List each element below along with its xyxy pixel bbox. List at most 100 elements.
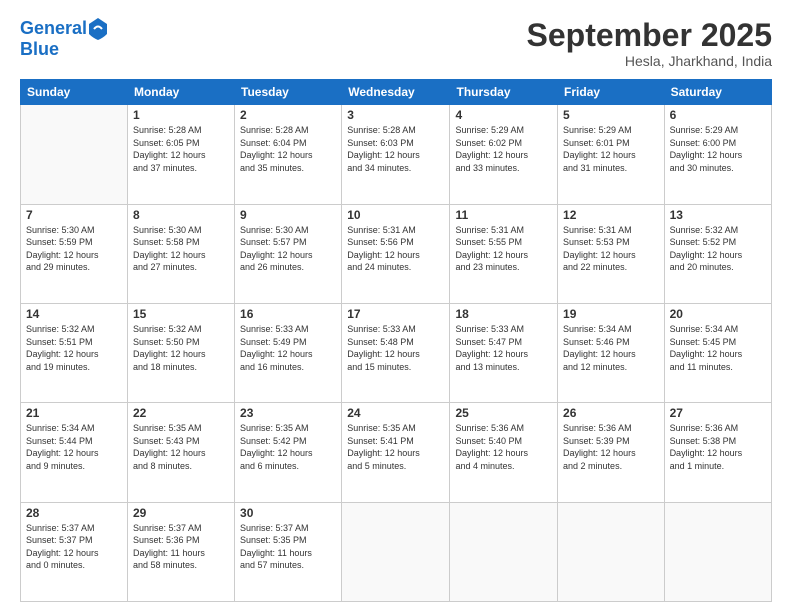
day-number: 4 xyxy=(455,108,552,122)
day-number: 20 xyxy=(670,307,766,321)
day-number: 25 xyxy=(455,406,552,420)
calendar-week-2: 14 Sunrise: 5:32 AM Sunset: 5:51 PM Dayli… xyxy=(21,303,772,402)
page: General Blue September 2025 Hesla, Jhark… xyxy=(0,0,792,612)
calendar-cell: 13 Sunrise: 5:32 AM Sunset: 5:52 PM Dayli… xyxy=(664,204,771,303)
calendar-table: SundayMondayTuesdayWednesdayThursdayFrid… xyxy=(20,79,772,602)
cell-info: Sunrise: 5:32 AM Sunset: 5:50 PM Dayligh… xyxy=(133,323,229,373)
day-number: 30 xyxy=(240,506,336,520)
day-number: 11 xyxy=(455,208,552,222)
cell-info: Sunrise: 5:29 AM Sunset: 6:01 PM Dayligh… xyxy=(563,124,659,174)
day-number: 16 xyxy=(240,307,336,321)
calendar-cell xyxy=(21,105,128,204)
calendar-cell: 25 Sunrise: 5:36 AM Sunset: 5:40 PM Dayli… xyxy=(450,403,558,502)
logo-icon xyxy=(89,18,107,40)
calendar-week-3: 21 Sunrise: 5:34 AM Sunset: 5:44 PM Dayli… xyxy=(21,403,772,502)
cell-info: Sunrise: 5:29 AM Sunset: 6:00 PM Dayligh… xyxy=(670,124,766,174)
calendar-cell: 23 Sunrise: 5:35 AM Sunset: 5:42 PM Dayli… xyxy=(235,403,342,502)
day-number: 15 xyxy=(133,307,229,321)
calendar-cell: 18Sunrise: 5:33 AM Sunset: 5:47 PM Dayli… xyxy=(450,303,558,402)
day-number: 18 xyxy=(455,307,552,321)
title-block: September 2025 Hesla, Jharkhand, India xyxy=(527,18,772,69)
calendar-cell: 30 Sunrise: 5:37 AM Sunset: 5:35 PM Dayli… xyxy=(235,502,342,601)
cell-info: Sunrise: 5:33 AM Sunset: 5:48 PM Dayligh… xyxy=(347,323,444,373)
calendar-cell xyxy=(664,502,771,601)
cell-info: Sunrise: 5:30 AM Sunset: 5:59 PM Dayligh… xyxy=(26,224,122,274)
calendar-cell: 21 Sunrise: 5:34 AM Sunset: 5:44 PM Dayli… xyxy=(21,403,128,502)
cell-info: Sunrise: 5:37 AM Sunset: 5:35 PM Dayligh… xyxy=(240,522,336,572)
cell-info: Sunrise: 5:36 AM Sunset: 5:40 PM Dayligh… xyxy=(455,422,552,472)
cell-info: Sunrise: 5:29 AM Sunset: 6:02 PM Dayligh… xyxy=(455,124,552,174)
day-number: 19 xyxy=(563,307,659,321)
cell-info: Sunrise: 5:37 AM Sunset: 5:36 PM Dayligh… xyxy=(133,522,229,572)
day-number: 23 xyxy=(240,406,336,420)
calendar-cell: 24 Sunrise: 5:35 AM Sunset: 5:41 PM Dayli… xyxy=(342,403,450,502)
day-number: 6 xyxy=(670,108,766,122)
calendar-cell xyxy=(342,502,450,601)
calendar-cell: 26Sunrise: 5:36 AM Sunset: 5:39 PM Dayli… xyxy=(558,403,665,502)
calendar-cell: 8Sunrise: 5:30 AM Sunset: 5:58 PM Daylig… xyxy=(127,204,234,303)
logo: General Blue xyxy=(20,18,107,60)
weekday-friday: Friday xyxy=(558,80,665,105)
cell-info: Sunrise: 5:34 AM Sunset: 5:46 PM Dayligh… xyxy=(563,323,659,373)
header: General Blue September 2025 Hesla, Jhark… xyxy=(20,18,772,69)
cell-info: Sunrise: 5:35 AM Sunset: 5:43 PM Dayligh… xyxy=(133,422,229,472)
cell-info: Sunrise: 5:30 AM Sunset: 5:57 PM Dayligh… xyxy=(240,224,336,274)
calendar-week-1: 7 Sunrise: 5:30 AM Sunset: 5:59 PM Daylig… xyxy=(21,204,772,303)
calendar-cell: 10 Sunrise: 5:31 AM Sunset: 5:56 PM Dayli… xyxy=(342,204,450,303)
calendar-cell: 7 Sunrise: 5:30 AM Sunset: 5:59 PM Daylig… xyxy=(21,204,128,303)
day-number: 2 xyxy=(240,108,336,122)
cell-info: Sunrise: 5:34 AM Sunset: 5:44 PM Dayligh… xyxy=(26,422,122,472)
calendar-cell: 19 Sunrise: 5:34 AM Sunset: 5:46 PM Dayli… xyxy=(558,303,665,402)
logo-subtext: Blue xyxy=(20,40,107,60)
calendar-cell: 2 Sunrise: 5:28 AM Sunset: 6:04 PM Daylig… xyxy=(235,105,342,204)
weekday-monday: Monday xyxy=(127,80,234,105)
weekday-header-row: SundayMondayTuesdayWednesdayThursdayFrid… xyxy=(21,80,772,105)
calendar-cell: 16Sunrise: 5:33 AM Sunset: 5:49 PM Dayli… xyxy=(235,303,342,402)
day-number: 17 xyxy=(347,307,444,321)
weekday-wednesday: Wednesday xyxy=(342,80,450,105)
weekday-tuesday: Tuesday xyxy=(235,80,342,105)
cell-info: Sunrise: 5:34 AM Sunset: 5:45 PM Dayligh… xyxy=(670,323,766,373)
cell-info: Sunrise: 5:30 AM Sunset: 5:58 PM Dayligh… xyxy=(133,224,229,274)
calendar-cell: 15 Sunrise: 5:32 AM Sunset: 5:50 PM Dayli… xyxy=(127,303,234,402)
location: Hesla, Jharkhand, India xyxy=(527,53,772,69)
weekday-thursday: Thursday xyxy=(450,80,558,105)
cell-info: Sunrise: 5:31 AM Sunset: 5:53 PM Dayligh… xyxy=(563,224,659,274)
day-number: 3 xyxy=(347,108,444,122)
calendar-week-0: 1Sunrise: 5:28 AM Sunset: 6:05 PM Daylig… xyxy=(21,105,772,204)
calendar-cell: 4 Sunrise: 5:29 AM Sunset: 6:02 PM Daylig… xyxy=(450,105,558,204)
weekday-sunday: Sunday xyxy=(21,80,128,105)
cell-info: Sunrise: 5:28 AM Sunset: 6:05 PM Dayligh… xyxy=(133,124,229,174)
calendar-cell: 17 Sunrise: 5:33 AM Sunset: 5:48 PM Dayli… xyxy=(342,303,450,402)
calendar-cell: 9Sunrise: 5:30 AM Sunset: 5:57 PM Daylig… xyxy=(235,204,342,303)
cell-info: Sunrise: 5:37 AM Sunset: 5:37 PM Dayligh… xyxy=(26,522,122,572)
cell-info: Sunrise: 5:32 AM Sunset: 5:51 PM Dayligh… xyxy=(26,323,122,373)
calendar-cell: 20 Sunrise: 5:34 AM Sunset: 5:45 PM Dayli… xyxy=(664,303,771,402)
day-number: 29 xyxy=(133,506,229,520)
cell-info: Sunrise: 5:35 AM Sunset: 5:41 PM Dayligh… xyxy=(347,422,444,472)
day-number: 14 xyxy=(26,307,122,321)
day-number: 27 xyxy=(670,406,766,420)
day-number: 10 xyxy=(347,208,444,222)
weekday-saturday: Saturday xyxy=(664,80,771,105)
cell-info: Sunrise: 5:31 AM Sunset: 5:55 PM Dayligh… xyxy=(455,224,552,274)
calendar-cell: 6 Sunrise: 5:29 AM Sunset: 6:00 PM Daylig… xyxy=(664,105,771,204)
day-number: 13 xyxy=(670,208,766,222)
calendar-cell: 14 Sunrise: 5:32 AM Sunset: 5:51 PM Dayli… xyxy=(21,303,128,402)
day-number: 21 xyxy=(26,406,122,420)
cell-info: Sunrise: 5:28 AM Sunset: 6:03 PM Dayligh… xyxy=(347,124,444,174)
calendar-cell: 12Sunrise: 5:31 AM Sunset: 5:53 PM Dayli… xyxy=(558,204,665,303)
calendar-cell xyxy=(450,502,558,601)
cell-info: Sunrise: 5:36 AM Sunset: 5:39 PM Dayligh… xyxy=(563,422,659,472)
cell-info: Sunrise: 5:35 AM Sunset: 5:42 PM Dayligh… xyxy=(240,422,336,472)
calendar-cell: 27 Sunrise: 5:36 AM Sunset: 5:38 PM Dayli… xyxy=(664,403,771,502)
cell-info: Sunrise: 5:31 AM Sunset: 5:56 PM Dayligh… xyxy=(347,224,444,274)
day-number: 24 xyxy=(347,406,444,420)
day-number: 5 xyxy=(563,108,659,122)
cell-info: Sunrise: 5:36 AM Sunset: 5:38 PM Dayligh… xyxy=(670,422,766,472)
day-number: 7 xyxy=(26,208,122,222)
day-number: 22 xyxy=(133,406,229,420)
cell-info: Sunrise: 5:28 AM Sunset: 6:04 PM Dayligh… xyxy=(240,124,336,174)
cell-info: Sunrise: 5:32 AM Sunset: 5:52 PM Dayligh… xyxy=(670,224,766,274)
calendar-cell: 22 Sunrise: 5:35 AM Sunset: 5:43 PM Dayli… xyxy=(127,403,234,502)
